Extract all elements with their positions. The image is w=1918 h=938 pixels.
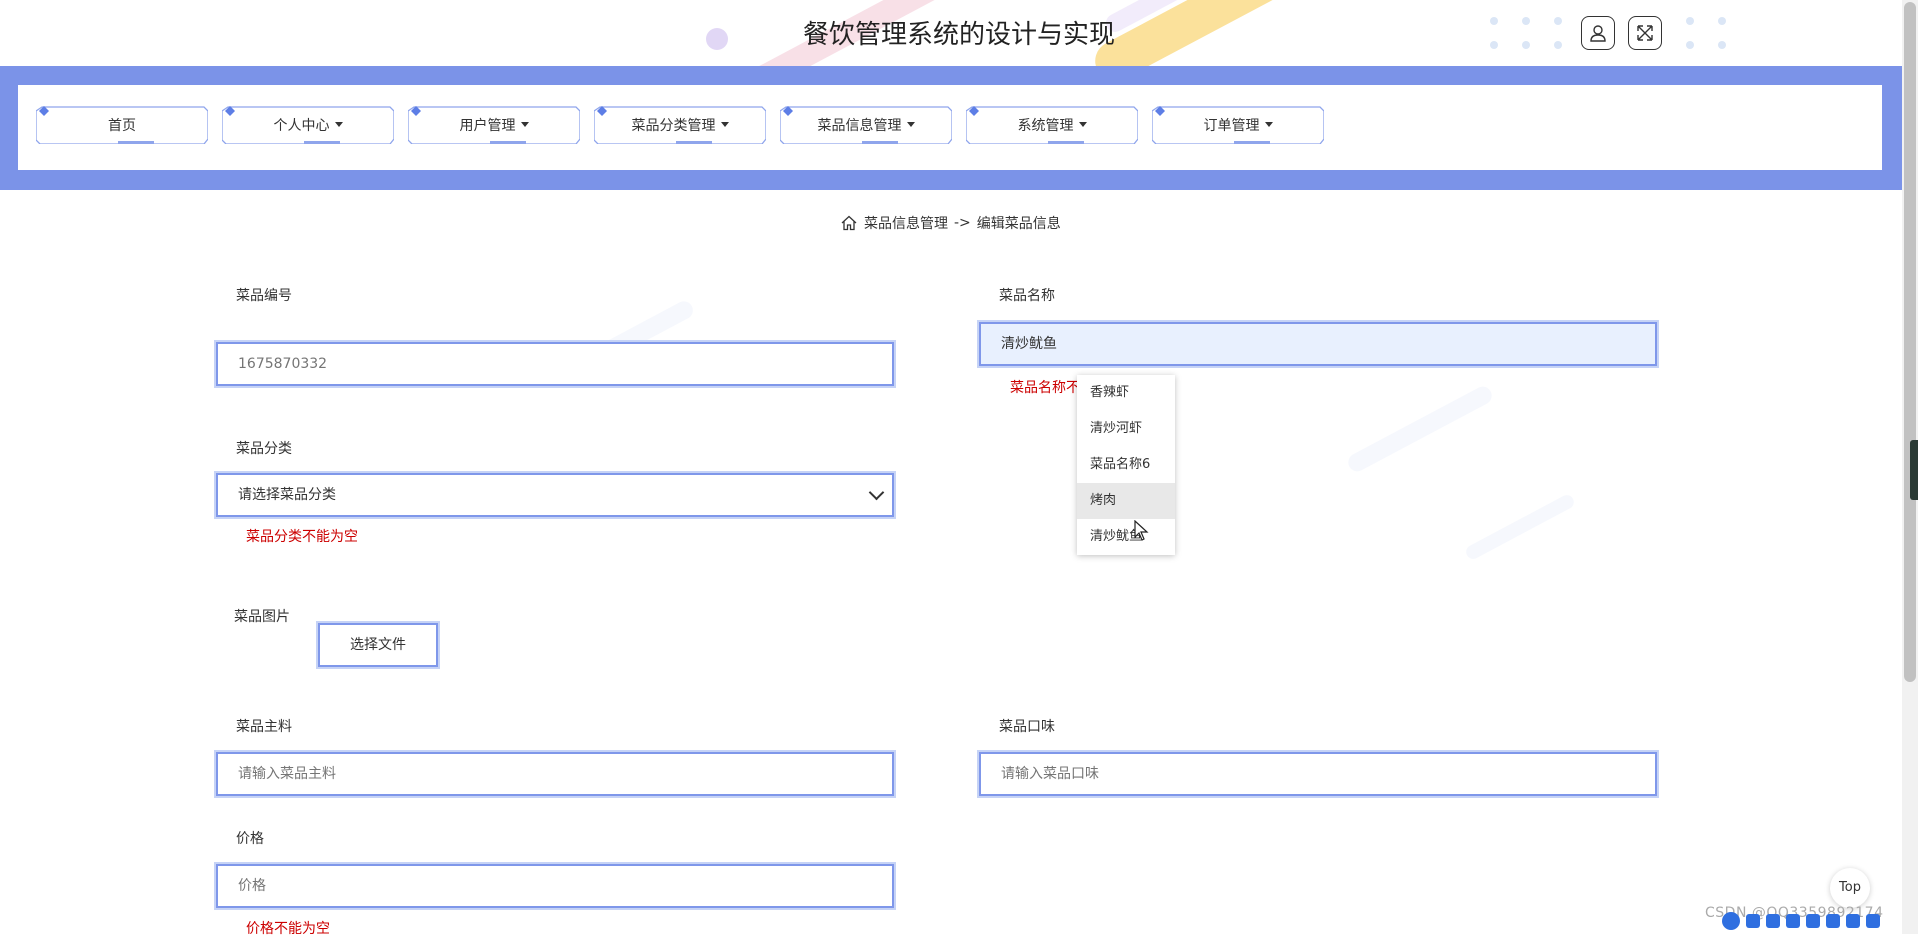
ime-icon[interactable] — [1722, 912, 1740, 930]
ime-tool-icon[interactable] — [1846, 914, 1860, 928]
dish-category-label: 菜品分类 — [236, 441, 292, 457]
autocomplete-option[interactable]: 菜品名称6 — [1077, 447, 1175, 483]
dish-image-label: 菜品图片 — [234, 609, 290, 625]
mouse-pointer-icon — [1134, 520, 1149, 541]
nav-label: 个人中心 — [273, 118, 330, 134]
nav-item-dish-category[interactable]: 菜品分类管理 — [594, 105, 766, 144]
side-tab[interactable] — [1910, 440, 1918, 500]
nav-item-orders[interactable]: 订单管理 — [1152, 105, 1324, 144]
ime-tool-icon[interactable] — [1746, 914, 1760, 928]
dish-name-error: 菜品名称不 — [1010, 380, 1080, 396]
scrollbar-thumb[interactable] — [1904, 2, 1916, 682]
dish-flavor-input[interactable]: 请输入菜品口味 — [979, 752, 1657, 796]
price-error: 价格不能为空 — [246, 921, 330, 937]
ime-toolbar — [1722, 912, 1880, 930]
dish-flavor-label: 菜品口味 — [999, 719, 1055, 735]
ime-tool-icon[interactable] — [1786, 914, 1800, 928]
dish-name-input[interactable]: 清炒鱿鱼 — [979, 322, 1657, 366]
ime-tool-icon[interactable] — [1826, 914, 1840, 928]
nav-band: 首页 个人中心 用户管理 菜品分类管理 菜品信息管理 系统管理 订单管理 — [0, 66, 1902, 190]
autocomplete-option[interactable]: 清炒河虾 — [1077, 411, 1175, 447]
nav-bar: 首页 个人中心 用户管理 菜品分类管理 菜品信息管理 系统管理 订单管理 — [18, 85, 1882, 170]
nav-item-dish-info[interactable]: 菜品信息管理 — [780, 105, 952, 144]
fullscreen-button[interactable] — [1628, 16, 1662, 50]
caret-down-icon — [334, 122, 343, 127]
dish-category-error: 菜品分类不能为空 — [246, 529, 358, 545]
dish-no-label: 菜品编号 — [236, 288, 292, 304]
price-input[interactable]: 价格 — [216, 864, 894, 908]
caret-down-icon — [1078, 122, 1087, 127]
nav-label: 首页 — [108, 118, 136, 134]
autocomplete-option-hovered[interactable]: 烤肉 — [1077, 483, 1175, 519]
nav-label: 菜品分类管理 — [631, 118, 716, 134]
settings-icon[interactable] — [1866, 914, 1880, 928]
breadcrumb: 菜品信息管理 -> 编辑菜品信息 — [840, 213, 1061, 233]
chevron-down-icon — [868, 484, 885, 501]
choose-file-button[interactable]: 选择文件 — [318, 623, 438, 667]
user-button[interactable] — [1581, 16, 1615, 50]
caret-down-icon — [906, 122, 915, 127]
home-icon[interactable] — [840, 214, 858, 232]
nav-label: 菜品信息管理 — [817, 118, 902, 134]
nav-item-home[interactable]: 首页 — [36, 105, 208, 144]
user-icon — [1590, 25, 1606, 42]
price-label: 价格 — [236, 831, 264, 847]
nav-label: 系统管理 — [1017, 118, 1074, 134]
breadcrumb-current: 编辑菜品信息 — [976, 216, 1061, 232]
ime-tool-icon[interactable] — [1806, 914, 1820, 928]
dish-no-input[interactable]: 1675870332 — [216, 342, 894, 386]
dish-category-placeholder: 请选择菜品分类 — [238, 487, 336, 503]
nav-item-personal-center[interactable]: 个人中心 — [222, 105, 394, 144]
autocomplete-option[interactable]: 清炒鱿鱼 — [1077, 519, 1175, 555]
caret-down-icon — [520, 122, 529, 127]
dish-name-label: 菜品名称 — [999, 288, 1055, 304]
nav-item-system[interactable]: 系统管理 — [966, 105, 1138, 144]
dish-ingredients-input[interactable]: 请输入菜品主料 — [216, 752, 894, 796]
caret-down-icon — [1264, 122, 1273, 127]
breadcrumb-parent[interactable]: 菜品信息管理 — [864, 213, 948, 233]
nav-item-user-management[interactable]: 用户管理 — [408, 105, 580, 144]
nav-label: 用户管理 — [459, 118, 516, 134]
dish-ingredients-label: 菜品主料 — [236, 719, 292, 735]
back-to-top-button[interactable]: Top — [1830, 868, 1870, 908]
breadcrumb-separator: -> — [954, 215, 971, 231]
ime-tool-icon[interactable] — [1766, 914, 1780, 928]
fullscreen-icon — [1637, 25, 1653, 41]
nav-label: 订单管理 — [1203, 118, 1260, 134]
autocomplete-list: 香辣虾 清炒河虾 菜品名称6 烤肉 清炒鱿鱼 — [1077, 375, 1175, 555]
dish-category-select[interactable]: 请选择菜品分类 — [216, 473, 894, 517]
caret-down-icon — [720, 122, 729, 127]
autocomplete-option[interactable]: 香辣虾 — [1077, 375, 1175, 411]
